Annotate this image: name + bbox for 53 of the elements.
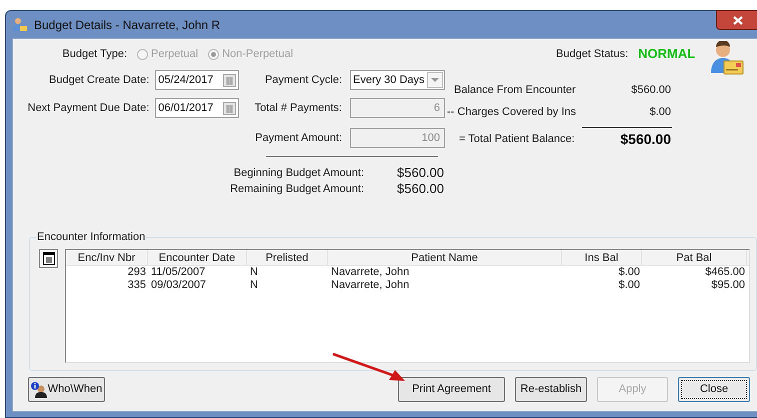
window-title: Budget Details - Navarrete, John R (34, 16, 220, 34)
balance-value: $560.00 (630, 82, 671, 98)
amount-label: Remaining Budget Amount: (229, 182, 364, 197)
table-cell-text: 09/03/2007 (150, 279, 208, 292)
table-cell-text: $.00 (618, 279, 641, 292)
table-cell-text: 335 (126, 279, 147, 292)
close-button[interactable] (716, 10, 757, 30)
close-icon (733, 16, 743, 24)
calendar-icon[interactable] (223, 74, 236, 86)
balance-label: -- Charges Covered by Ins (446, 104, 577, 120)
table-cell-text: N (249, 266, 259, 279)
field-label: Payment Cycle: (264, 72, 342, 88)
date-field[interactable]: 05/24/2017 (155, 70, 240, 90)
amount-value: $560.00 (396, 164, 444, 182)
calendar-icon[interactable] (223, 102, 236, 114)
column-header[interactable]: Pat Bal (642, 250, 747, 265)
info-person-icon (30, 382, 47, 398)
table-cell-text: 11/05/2007 (150, 266, 206, 279)
budget-status: NORMAL (638, 45, 696, 64)
column-chooser-button[interactable] (39, 249, 58, 268)
dropdown[interactable]: Every 30 Days (350, 70, 445, 90)
table-cell-text: 293 (126, 266, 147, 279)
dialog-button[interactable]: Re-establish (515, 377, 587, 402)
status-label: Budget Status: (556, 46, 628, 62)
balance-value: $.00 (648, 104, 671, 120)
table-cell-text: Navarrete, John (330, 279, 410, 292)
field-label: Budget Type: (61, 46, 127, 62)
table-cell-text: $.00 (618, 266, 641, 279)
list-icon (42, 252, 54, 265)
who-when-button[interactable]: Who\When (28, 377, 105, 402)
dialog-button[interactable]: Close (678, 377, 750, 402)
amount-value: $560.00 (396, 180, 444, 198)
field-label: Budget Create Date: (49, 72, 150, 88)
dialog-button[interactable]: Print Agreement (398, 377, 505, 402)
field-label: Total # Payments: (254, 100, 342, 116)
column-header[interactable]: Enc/Inv Nbr (66, 250, 148, 265)
table-cell-text: $95.00 (710, 279, 746, 292)
column-header[interactable]: Patient Name (328, 250, 562, 265)
person-card-icon (710, 41, 744, 75)
amount-label: Beginning Budget Amount: (232, 166, 364, 181)
table-cell-text: N (249, 279, 259, 292)
table-cell-text: $465.00 (704, 266, 746, 279)
column-header[interactable]: Prelisted (247, 250, 328, 265)
field-label: Payment Amount: (255, 130, 342, 146)
column-header[interactable]: Ins Bal (562, 250, 642, 265)
field-label: Next Payment Due Date: (28, 100, 150, 116)
person-card-icon (12, 16, 28, 32)
table-cell-text: Navarrete, John (330, 266, 410, 279)
total-balance: $560.00 (619, 130, 671, 148)
balance-label: Balance From Encounter (453, 82, 577, 98)
date-field[interactable]: 06/01/2017 (155, 98, 240, 118)
balance-label: = Total Patient Balance: (458, 132, 576, 147)
column-header[interactable]: Encounter Date (148, 250, 247, 265)
